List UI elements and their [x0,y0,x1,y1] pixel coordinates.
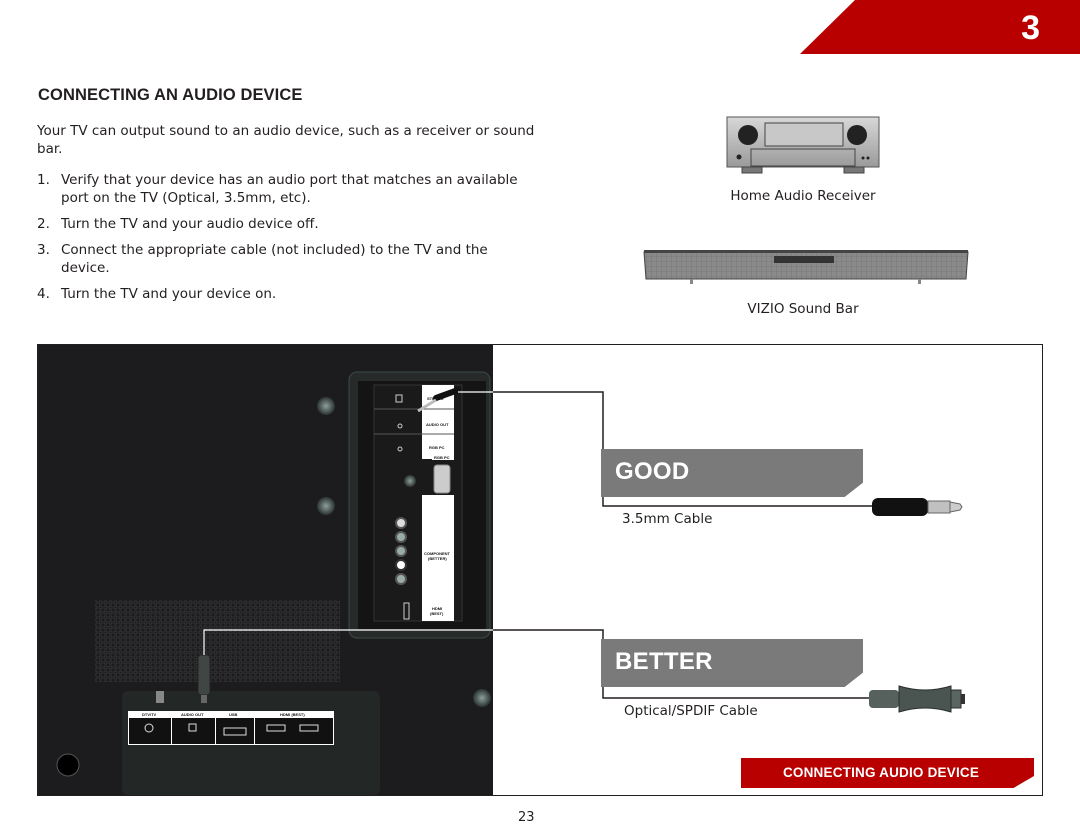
port-label-audio-out-bottom: AUDIO OUT [181,712,204,717]
svg-text:(BEST): (BEST) [430,611,444,616]
soundbar-icon [643,250,969,284]
optical-cable-caption: Optical/SPDIF Cable [624,703,758,719]
port-label-usb: USB [229,712,238,717]
step-item: 3. Connect the appropriate cable (not inc… [37,242,488,276]
port-label-dtv: DTV/TV [142,712,157,717]
vent-grille [95,600,340,682]
step-text: Turn the TV and your audio device off. [61,216,319,232]
footer-section-banner: CONNECTING AUDIO DEVICE [741,758,1034,788]
page-number: 23 [518,810,535,825]
section-heading: CONNECTING AN AUDIO DEVICE [38,86,303,104]
screw-icon [473,689,491,707]
screw-icon [317,397,335,415]
tv-back-panel: STEREO AUDIO OUT RGB PC RGB PC COMPONENT… [38,345,493,795]
step-text: Verify that your device has an audio por… [61,172,518,206]
tv-back-illustration: STEREO AUDIO OUT RGB PC RGB PC COMPONENT… [56,371,493,795]
port-label-rgb-pc: RGB PC [429,445,445,450]
good-rating-banner: GOOD [601,449,863,497]
step-item: 1. Verify that your device has an audio p… [37,172,518,206]
chapter-number: 3 [1021,9,1040,47]
soundbar-caption: VIZIO Sound Bar [747,301,859,317]
port-label-audio-out: AUDIO OUT [426,422,449,427]
receiver-icon [726,116,880,174]
step-item: 2. Turn the TV and your audio device off. [37,216,319,232]
chapter-tab [800,0,1080,54]
3.5mm-plug-icon [872,498,963,516]
better-rating-banner: BETTER [601,639,863,687]
optical-plug-icon [869,685,965,713]
steps-list: 1. Verify that your device has an audio p… [37,171,537,311]
step-item: 4. Turn the TV and your device on. [37,286,277,302]
step-text: Turn the TV and your device on. [61,286,277,302]
stand-hole [56,753,80,777]
svg-text:(BETTER): (BETTER) [428,556,447,561]
port-label-hdmi-best: HDMI (BEST) [280,712,305,717]
intro-paragraph: Your TV can output sound to an audio dev… [37,123,535,157]
receiver-caption: Home Audio Receiver [730,188,876,204]
screw-icon [317,497,335,515]
port-label-rgb-pc-2: RGB PC [434,455,450,460]
step-text: Connect the appropriate cable (not inclu… [61,242,488,276]
3.5mm-cable-caption: 3.5mm Cable [622,511,713,527]
